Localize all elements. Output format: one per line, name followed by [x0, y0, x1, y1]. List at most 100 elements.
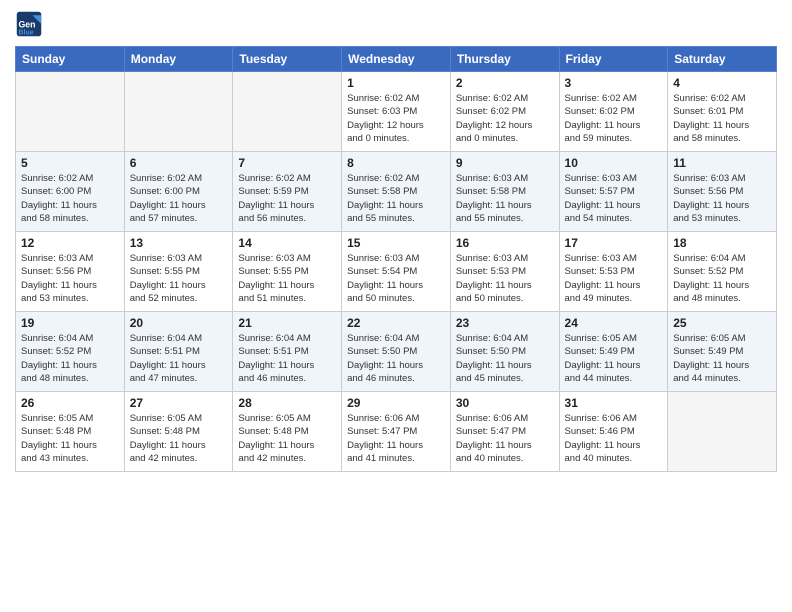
calendar-cell: 1 Sunrise: 6:02 AMSunset: 6:03 PMDaylight…: [342, 72, 451, 152]
week-row: 12Sunrise: 6:03 AMSunset: 5:56 PMDayligh…: [16, 232, 777, 312]
cell-info: Sunrise: 6:02 AMSunset: 5:59 PMDaylight:…: [238, 172, 336, 225]
calendar-cell: 20 Sunrise: 6:04 AMSunset: 5:51 PMDayligh…: [124, 312, 233, 392]
calendar: SundayMondayTuesdayWednesdayThursdayFrid…: [15, 46, 777, 472]
cell-info: Sunrise: 6:05 AMSunset: 5:49 PMDaylight:…: [673, 332, 771, 385]
week-row: 26 Sunrise: 6:05 AMSunset: 5:48 PMDayligh…: [16, 392, 777, 472]
day-number: 7: [238, 156, 336, 170]
calendar-cell: [233, 72, 342, 152]
day-number: 24: [565, 316, 663, 330]
day-number: 29: [347, 396, 445, 410]
weekday-sunday: Sunday: [16, 47, 125, 72]
weekday-row: SundayMondayTuesdayWednesdayThursdayFrid…: [16, 47, 777, 72]
day-number: 27: [130, 396, 228, 410]
day-number: 17: [565, 236, 663, 250]
cell-info: Sunrise: 6:02 AMSunset: 5:58 PMDaylight:…: [347, 172, 445, 225]
calendar-cell: 5Sunrise: 6:02 AMSunset: 6:00 PMDaylight…: [16, 152, 125, 232]
logo: Gen Blue: [15, 10, 45, 38]
day-number: 23: [456, 316, 554, 330]
calendar-cell: 14 Sunrise: 6:03 AMSunset: 5:55 PMDayligh…: [233, 232, 342, 312]
calendar-cell: 29 Sunrise: 6:06 AMSunset: 5:47 PMDayligh…: [342, 392, 451, 472]
cell-info: Sunrise: 6:03 AMSunset: 5:55 PMDaylight:…: [238, 252, 336, 305]
cell-info: Sunrise: 6:04 AMSunset: 5:51 PMDaylight:…: [130, 332, 228, 385]
week-row: 1 Sunrise: 6:02 AMSunset: 6:03 PMDaylight…: [16, 72, 777, 152]
day-number: 11: [673, 156, 771, 170]
cell-info: Sunrise: 6:02 AMSunset: 6:00 PMDaylight:…: [130, 172, 228, 225]
calendar-cell: 8 Sunrise: 6:02 AMSunset: 5:58 PMDaylight…: [342, 152, 451, 232]
cell-info: Sunrise: 6:04 AMSunset: 5:50 PMDaylight:…: [456, 332, 554, 385]
calendar-cell: 22 Sunrise: 6:04 AMSunset: 5:50 PMDayligh…: [342, 312, 451, 392]
calendar-cell: 27 Sunrise: 6:05 AMSunset: 5:48 PMDayligh…: [124, 392, 233, 472]
day-number: 3: [565, 76, 663, 90]
calendar-cell: 10 Sunrise: 6:03 AMSunset: 5:57 PMDayligh…: [559, 152, 668, 232]
day-number: 5: [21, 156, 119, 170]
calendar-cell: 2Sunrise: 6:02 AMSunset: 6:02 PMDaylight…: [450, 72, 559, 152]
day-number: 6: [130, 156, 228, 170]
day-number: 1: [347, 76, 445, 90]
calendar-cell: 19 Sunrise: 6:04 AMSunset: 5:52 PMDayligh…: [16, 312, 125, 392]
cell-info: Sunrise: 6:03 AMSunset: 5:53 PMDaylight:…: [456, 252, 554, 305]
calendar-cell: 11 Sunrise: 6:03 AMSunset: 5:56 PMDayligh…: [668, 152, 777, 232]
calendar-cell: 6 Sunrise: 6:02 AMSunset: 6:00 PMDaylight…: [124, 152, 233, 232]
cell-info: Sunrise: 6:03 AMSunset: 5:57 PMDaylight:…: [565, 172, 663, 225]
cell-info: Sunrise: 6:02 AMSunset: 6:02 PMDaylight:…: [565, 92, 663, 145]
cell-info: Sunrise: 6:04 AMSunset: 5:50 PMDaylight:…: [347, 332, 445, 385]
calendar-cell: 16 Sunrise: 6:03 AMSunset: 5:53 PMDayligh…: [450, 232, 559, 312]
calendar-cell: 3 Sunrise: 6:02 AMSunset: 6:02 PMDaylight…: [559, 72, 668, 152]
calendar-cell: 24 Sunrise: 6:05 AMSunset: 5:49 PMDayligh…: [559, 312, 668, 392]
calendar-cell: 28 Sunrise: 6:05 AMSunset: 5:48 PMDayligh…: [233, 392, 342, 472]
day-number: 31: [565, 396, 663, 410]
day-number: 19: [21, 316, 119, 330]
cell-info: Sunrise: 6:05 AMSunset: 5:48 PMDaylight:…: [130, 412, 228, 465]
cell-info: Sunrise: 6:05 AMSunset: 5:48 PMDaylight:…: [238, 412, 336, 465]
day-number: 25: [673, 316, 771, 330]
day-number: 14: [238, 236, 336, 250]
calendar-cell: 4Sunrise: 6:02 AMSunset: 6:01 PMDaylight…: [668, 72, 777, 152]
week-row: 5 Sunrise: 6:02 AMSunset: 6:00 PMDaylight…: [16, 152, 777, 232]
svg-text:Blue: Blue: [19, 30, 34, 37]
svg-text:Gen: Gen: [19, 20, 36, 30]
calendar-cell: 31 Sunrise: 6:06 AMSunset: 5:46 PMDayligh…: [559, 392, 668, 472]
calendar-cell: 26Sunrise: 6:05 AMSunset: 5:48 PMDayligh…: [16, 392, 125, 472]
cell-info: Sunrise: 6:04 AMSunset: 5:52 PMDaylight:…: [21, 332, 119, 385]
day-number: 15: [347, 236, 445, 250]
week-row: 19 Sunrise: 6:04 AMSunset: 5:52 PMDayligh…: [16, 312, 777, 392]
day-number: 30: [456, 396, 554, 410]
day-number: 20: [130, 316, 228, 330]
calendar-cell: 18Sunrise: 6:04 AMSunset: 5:52 PMDayligh…: [668, 232, 777, 312]
calendar-cell: 21 Sunrise: 6:04 AMSunset: 5:51 PMDayligh…: [233, 312, 342, 392]
cell-info: Sunrise: 6:02 AMSunset: 6:03 PMDaylight:…: [347, 92, 445, 145]
weekday-thursday: Thursday: [450, 47, 559, 72]
calendar-cell: 25 Sunrise: 6:05 AMSunset: 5:49 PMDayligh…: [668, 312, 777, 392]
weekday-tuesday: Tuesday: [233, 47, 342, 72]
day-number: 10: [565, 156, 663, 170]
day-number: 21: [238, 316, 336, 330]
cell-info: Sunrise: 6:03 AMSunset: 5:53 PMDaylight:…: [565, 252, 663, 305]
cell-info: Sunrise: 6:03 AMSunset: 5:54 PMDaylight:…: [347, 252, 445, 305]
day-number: 16: [456, 236, 554, 250]
day-number: 8: [347, 156, 445, 170]
cell-info: Sunrise: 6:04 AMSunset: 5:52 PMDaylight:…: [673, 252, 771, 305]
cell-info: Sunrise: 6:06 AMSunset: 5:46 PMDaylight:…: [565, 412, 663, 465]
calendar-cell: 23 Sunrise: 6:04 AMSunset: 5:50 PMDayligh…: [450, 312, 559, 392]
calendar-cell: 15 Sunrise: 6:03 AMSunset: 5:54 PMDayligh…: [342, 232, 451, 312]
calendar-cell: 12Sunrise: 6:03 AMSunset: 5:56 PMDayligh…: [16, 232, 125, 312]
calendar-cell: [16, 72, 125, 152]
cell-info: Sunrise: 6:04 AMSunset: 5:51 PMDaylight:…: [238, 332, 336, 385]
day-number: 13: [130, 236, 228, 250]
weekday-monday: Monday: [124, 47, 233, 72]
cell-info: Sunrise: 6:02 AMSunset: 6:02 PMDaylight:…: [456, 92, 554, 145]
calendar-cell: 9 Sunrise: 6:03 AMSunset: 5:58 PMDaylight…: [450, 152, 559, 232]
calendar-cell: [668, 392, 777, 472]
day-number: 26: [21, 396, 119, 410]
cell-info: Sunrise: 6:03 AMSunset: 5:58 PMDaylight:…: [456, 172, 554, 225]
day-number: 22: [347, 316, 445, 330]
cell-info: Sunrise: 6:05 AMSunset: 5:49 PMDaylight:…: [565, 332, 663, 385]
cell-info: Sunrise: 6:03 AMSunset: 5:55 PMDaylight:…: [130, 252, 228, 305]
weekday-saturday: Saturday: [668, 47, 777, 72]
calendar-cell: 7 Sunrise: 6:02 AMSunset: 5:59 PMDaylight…: [233, 152, 342, 232]
cell-info: Sunrise: 6:03 AMSunset: 5:56 PMDaylight:…: [673, 172, 771, 225]
day-number: 28: [238, 396, 336, 410]
calendar-header: SundayMondayTuesdayWednesdayThursdayFrid…: [16, 47, 777, 72]
cell-info: Sunrise: 6:06 AMSunset: 5:47 PMDaylight:…: [347, 412, 445, 465]
day-number: 9: [456, 156, 554, 170]
